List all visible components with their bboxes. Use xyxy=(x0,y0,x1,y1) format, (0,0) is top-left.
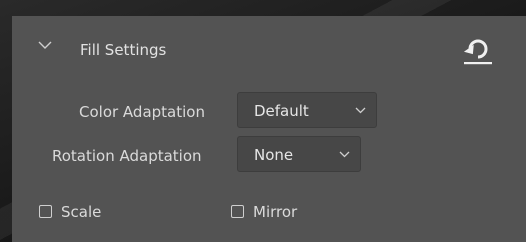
reset-icon xyxy=(463,39,492,65)
scale-label: Scale xyxy=(61,203,102,221)
fill-settings-header[interactable]: Fill Settings xyxy=(12,16,526,78)
section-title: Fill Settings xyxy=(80,41,167,59)
dropdown-caret-icon xyxy=(355,107,366,114)
rotation-adaptation-select[interactable]: None xyxy=(237,136,361,172)
rotation-adaptation-value: None xyxy=(254,146,294,164)
color-adaptation-select[interactable]: Default xyxy=(237,92,377,128)
mirror-option[interactable]: Mirror xyxy=(231,203,321,223)
mirror-label: Mirror xyxy=(253,203,298,221)
color-adaptation-value: Default xyxy=(254,102,309,120)
rotation-adaptation-label: Rotation Adaptation xyxy=(52,147,202,165)
color-adaptation-label: Color Adaptation xyxy=(79,103,205,121)
dropdown-caret-icon xyxy=(339,151,350,158)
mirror-checkbox[interactable] xyxy=(231,205,244,218)
scale-option[interactable]: Scale xyxy=(39,203,119,223)
fill-settings-panel: Fill Settings Color Adaptation Default R… xyxy=(12,16,526,242)
reset-button[interactable] xyxy=(460,36,496,66)
chevron-down-icon[interactable] xyxy=(38,40,52,50)
scale-checkbox[interactable] xyxy=(39,205,52,218)
